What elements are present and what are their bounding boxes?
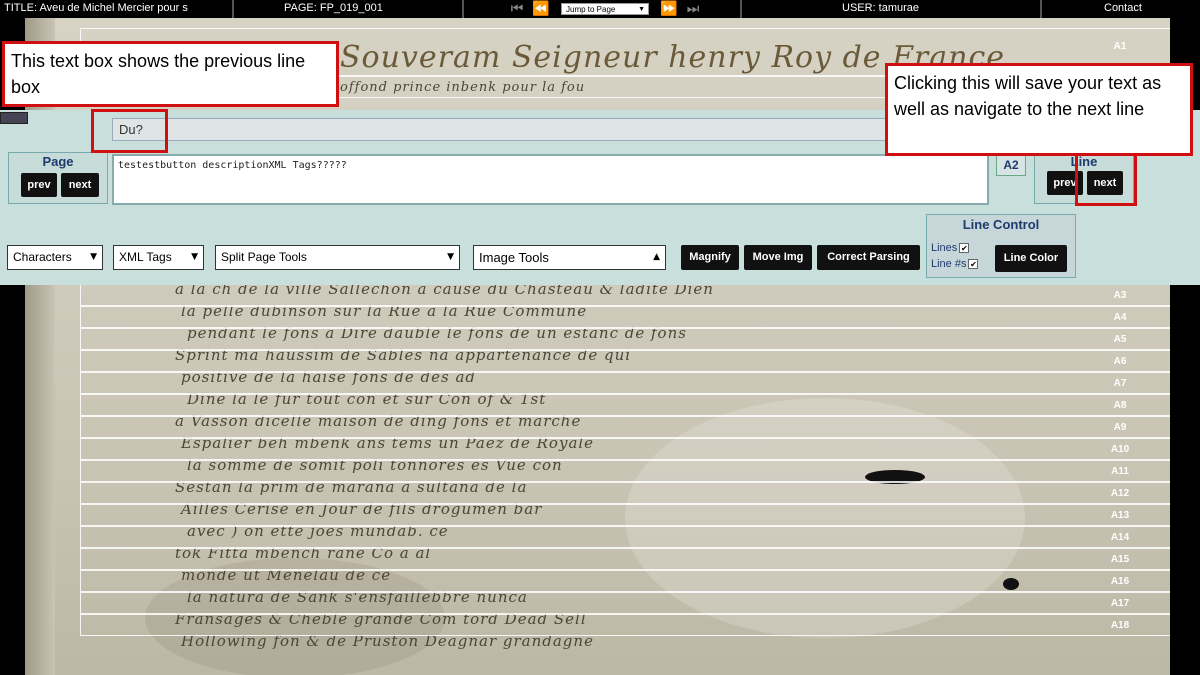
previous-icon[interactable]: ⏪	[529, 0, 553, 18]
line-number-label: A9	[1113, 422, 1127, 433]
chevron-down-icon: ▼	[638, 6, 645, 13]
page-navigation: ⏮ ⏪ Jump to Page ▼ ⏩ ⏭	[505, 0, 705, 18]
image-tools-label: Image Tools	[479, 250, 549, 265]
next-icon[interactable]: ⏩	[657, 0, 681, 18]
correct-parsing-button[interactable]: Correct Parsing	[817, 245, 920, 270]
line-box[interactable]	[80, 570, 1170, 592]
line-box[interactable]	[80, 306, 1170, 328]
line-number-label: A10	[1110, 444, 1130, 455]
page-id: PAGE: FP_019_001	[284, 2, 383, 14]
line-box[interactable]	[80, 372, 1170, 394]
line-box[interactable]	[80, 548, 1170, 570]
line-number-label: A6	[1113, 356, 1127, 367]
line-number-label: A13	[1110, 510, 1130, 521]
lines-toggle[interactable]: Lines ✔	[931, 242, 970, 254]
xml-tags-select[interactable]: XML Tags ▼	[113, 245, 204, 270]
characters-select-label: Characters	[13, 250, 72, 264]
line-box[interactable]	[80, 592, 1170, 614]
split-page-tools-select[interactable]: Split Page Tools ▼	[215, 245, 460, 270]
line-number-label: A18	[1110, 620, 1130, 631]
chevron-up-icon: ▲	[653, 252, 660, 262]
skip-first-icon[interactable]: ⏮	[505, 0, 529, 18]
jump-to-page-label: Jump to Page	[566, 5, 616, 14]
user-name: USER: tamurae	[842, 2, 920, 14]
panel-drag-handle[interactable]	[0, 112, 28, 124]
lines-toggle-label: Lines	[931, 242, 958, 254]
move-img-button[interactable]: Move Img	[744, 245, 812, 270]
line-box[interactable]	[80, 438, 1170, 460]
line-box[interactable]	[80, 614, 1170, 636]
line-box[interactable]	[80, 328, 1170, 350]
line-number-label: A4	[1113, 312, 1127, 323]
characters-select[interactable]: Characters ▼	[7, 245, 103, 270]
magnify-button[interactable]: Magnify	[681, 245, 739, 270]
split-page-tools-label: Split Page Tools	[221, 250, 307, 264]
jump-to-page-select[interactable]: Jump to Page ▼	[561, 3, 649, 15]
xml-tags-select-label: XML Tags	[119, 250, 172, 264]
line-number-label: A14	[1110, 532, 1130, 543]
page-nav-group: Page prev next	[8, 152, 108, 204]
line-control-group: Line Control Lines ✔ Line #s ✔ Line Color	[926, 214, 1076, 278]
line-box[interactable]	[80, 526, 1170, 548]
line-number-label: A15	[1110, 554, 1130, 565]
page-group-title: Page	[42, 154, 74, 169]
chevron-down-icon: ▼	[90, 252, 97, 262]
line-numbers-checkbox[interactable]: ✔	[968, 259, 979, 270]
chevron-down-icon: ▼	[191, 252, 198, 262]
line-box[interactable]	[80, 504, 1170, 526]
line-number-label: A8	[1113, 400, 1127, 411]
line-number-label: A12	[1110, 488, 1130, 499]
line-number-label: A1	[1113, 41, 1127, 52]
line-control-title: Line Control	[962, 217, 1040, 232]
line-number-label: A5	[1113, 334, 1127, 345]
line-box[interactable]	[80, 416, 1170, 438]
line-box[interactable]	[80, 482, 1170, 504]
line-number-label: A7	[1113, 378, 1127, 389]
transcription-textarea[interactable]: testestbutton descriptionXML Tags?????	[112, 154, 989, 205]
line-box[interactable]	[80, 460, 1170, 482]
line-box[interactable]	[80, 284, 1170, 306]
line-next-highlight	[1075, 153, 1137, 206]
divider	[232, 0, 234, 18]
line-box[interactable]	[80, 394, 1170, 416]
lines-checkbox[interactable]: ✔	[959, 243, 970, 254]
page-prev-button[interactable]: prev	[21, 173, 57, 197]
skip-last-icon[interactable]: ⏭	[681, 0, 705, 18]
divider	[462, 0, 464, 18]
line-number-label: A11	[1111, 466, 1129, 477]
line-number-label: A3	[1113, 290, 1127, 301]
line-numbers-toggle[interactable]: Line #s ✔	[931, 258, 979, 270]
divider	[1040, 0, 1042, 18]
previous-line-highlight	[91, 109, 168, 153]
next-line-callout: Clicking this will save your text as wel…	[885, 63, 1193, 156]
line-number-label: A17	[1110, 598, 1130, 609]
line-number-label: A16	[1110, 576, 1130, 587]
chevron-down-icon: ▼	[447, 252, 454, 262]
line-numbers-toggle-label: Line #s	[931, 258, 967, 270]
divider	[740, 0, 742, 18]
top-bar: TITLE: Aveu de Michel Mercier pour s PAG…	[0, 0, 1200, 18]
contact-link[interactable]: Contact	[1104, 0, 1164, 18]
current-line-label: A2	[996, 154, 1026, 176]
image-tools-select[interactable]: Image Tools ▲	[473, 245, 666, 270]
document-title: TITLE: Aveu de Michel Mercier pour s	[4, 2, 188, 14]
page-next-button[interactable]: next	[61, 173, 99, 197]
line-color-button[interactable]: Line Color	[995, 245, 1067, 272]
line-box[interactable]	[80, 350, 1170, 372]
previous-line-callout: This text box shows the previous line bo…	[2, 41, 339, 107]
